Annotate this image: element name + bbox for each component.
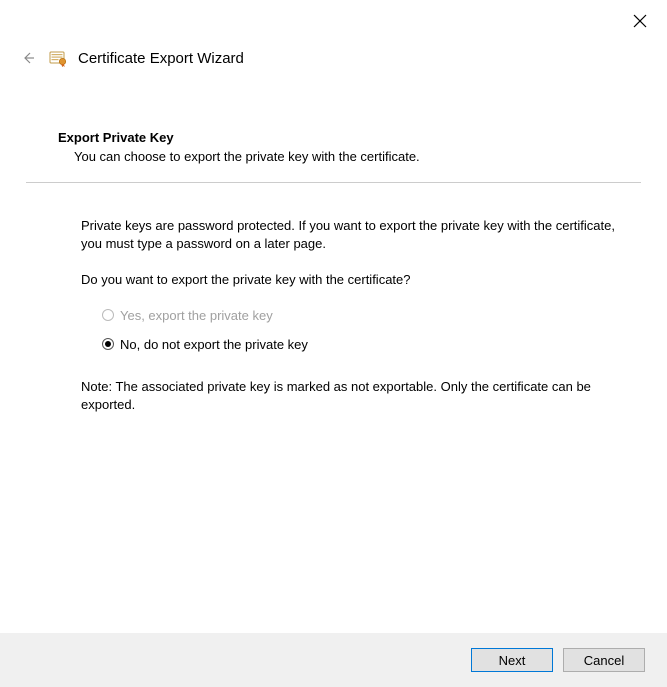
radio-no-label: No, do not export the private key (120, 337, 308, 352)
page-subheading: You can choose to export the private key… (26, 149, 641, 164)
close-button[interactable] (631, 12, 649, 30)
radio-yes-label: Yes, export the private key (120, 308, 273, 323)
radio-yes-export: Yes, export the private key (102, 308, 641, 323)
export-key-radio-group: Yes, export the private key No, do not e… (26, 308, 641, 352)
note-text: Note: The associated private key is mark… (26, 378, 641, 414)
close-icon (633, 14, 647, 28)
back-arrow-icon (20, 50, 36, 66)
page-heading: Export Private Key (26, 130, 641, 145)
back-button[interactable] (18, 48, 38, 68)
radio-no-export[interactable]: No, do not export the private key (102, 337, 641, 352)
certificate-wizard-icon (48, 48, 68, 68)
radio-icon (102, 309, 114, 321)
wizard-header: Certificate Export Wizard (18, 48, 244, 68)
wizard-footer: Next Cancel (0, 633, 667, 687)
wizard-title: Certificate Export Wizard (78, 50, 244, 67)
intro-text: Private keys are password protected. If … (26, 217, 641, 253)
radio-inner-dot (105, 341, 111, 347)
wizard-content: Export Private Key You can choose to exp… (26, 130, 641, 414)
divider (26, 182, 641, 183)
question-text: Do you want to export the private key wi… (26, 271, 641, 289)
radio-icon-selected (102, 338, 114, 350)
next-button[interactable]: Next (471, 648, 553, 672)
cancel-button[interactable]: Cancel (563, 648, 645, 672)
